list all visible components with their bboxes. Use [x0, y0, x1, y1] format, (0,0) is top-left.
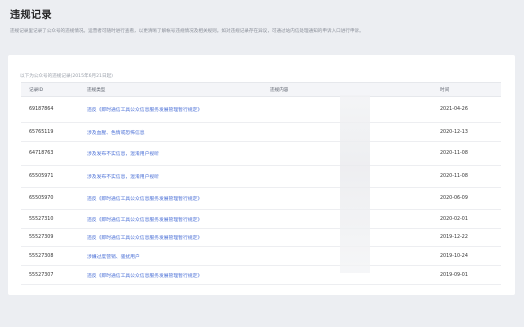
records-caption: 以下为公众号的违规记录(2015年6月21日起) [20, 74, 113, 79]
violation-type-link[interactable]: 违反《即时通信工具公众信息服务发展管理暂行规定》 [87, 197, 202, 202]
record-id: 65765119 [21, 122, 79, 142]
violation-type-link[interactable]: 涉及发布不实信息，混淆用户视听 [87, 175, 159, 180]
table-row: 65765119 涉及血腥、色情或恐怖信息 2020-12-13 [21, 122, 501, 142]
table-row: 55527308 涉嫌过度营销、骚扰用户 2019-10-24 [21, 246, 501, 266]
column-header-id: 记录ID [21, 82, 79, 97]
table-row: 55527310 违反《即时通信工具公众信息服务发展管理暂行规定》 2020-0… [21, 209, 501, 229]
record-time: 2020-02-01 [432, 209, 501, 229]
record-id: 69187864 [21, 96, 79, 123]
violation-type-link[interactable]: 违反《即时通信工具公众信息服务发展管理暂行规定》 [87, 274, 202, 279]
table-row: 64718763 涉及发布不实信息，混淆用户视听 2020-11-08 [21, 141, 501, 166]
table-row: 65505971 涉及发布不实信息，混淆用户视听 2020-11-08 [21, 165, 501, 188]
record-time: 2019-09-01 [432, 265, 501, 285]
record-time: 2019-12-22 [432, 228, 501, 247]
record-id: 55527310 [21, 209, 79, 229]
table-row: 55527309 违反《即时通信工具公众信息服务发展管理暂行规定》 2019-1… [21, 228, 501, 247]
violation-type-link[interactable]: 违反《即时通信工具公众信息服务发展管理暂行规定》 [87, 218, 202, 223]
violation-type-link[interactable]: 涉及血腥、色情或恐怖信息 [87, 131, 145, 136]
table-row: 69187864 违反《即时通信工具公众信息服务发展管理暂行规定》 2021-0… [21, 96, 501, 123]
record-id: 65505970 [21, 187, 79, 210]
record-time: 2019-10-24 [432, 246, 501, 266]
column-header-type: 违规类型 [79, 82, 262, 97]
record-id: 65505971 [21, 165, 79, 188]
page-title: 违规记录 [10, 10, 52, 21]
violation-type-link[interactable]: 违反《即时通信工具公众信息服务发展管理暂行规定》 [87, 236, 202, 241]
record-time: 2020-06-09 [432, 187, 501, 210]
record-time: 2020-11-08 [432, 141, 501, 166]
record-time: 2020-12-13 [432, 122, 501, 142]
record-time: 2020-11-08 [432, 165, 501, 188]
violation-type-link[interactable]: 违反《即时通信工具公众信息服务发展管理暂行规定》 [87, 108, 202, 113]
violation-type-link[interactable]: 涉嫌过度营销、骚扰用户 [87, 255, 140, 260]
page-description: 违规记录里记录了公众号的违规情况。运营者可随时进行查看，以更清晰了解帐号违规情况… [10, 29, 364, 34]
record-time: 2021-04-26 [432, 96, 501, 123]
table-row: 55527307 违反《即时通信工具公众信息服务发展管理暂行规定》 2019-0… [21, 265, 501, 285]
record-id: 55527309 [21, 228, 79, 247]
table-row: 65505970 违反《即时通信工具公众信息服务发展管理暂行规定》 2020-0… [21, 187, 501, 210]
record-id: 55527307 [21, 265, 79, 285]
column-header-time: 时间 [432, 82, 501, 97]
violation-records-table: 记录ID 违规类型 违规内容 时间 69187864 违反《即时通信工具公众信息… [21, 82, 501, 285]
record-id: 55527308 [21, 246, 79, 266]
violation-type-link[interactable]: 涉及发布不实信息，混淆用户视听 [87, 152, 159, 157]
record-id: 64718763 [21, 141, 79, 166]
table-header-row: 记录ID 违规类型 违规内容 时间 [21, 82, 501, 97]
redaction-overlay [340, 95, 370, 273]
